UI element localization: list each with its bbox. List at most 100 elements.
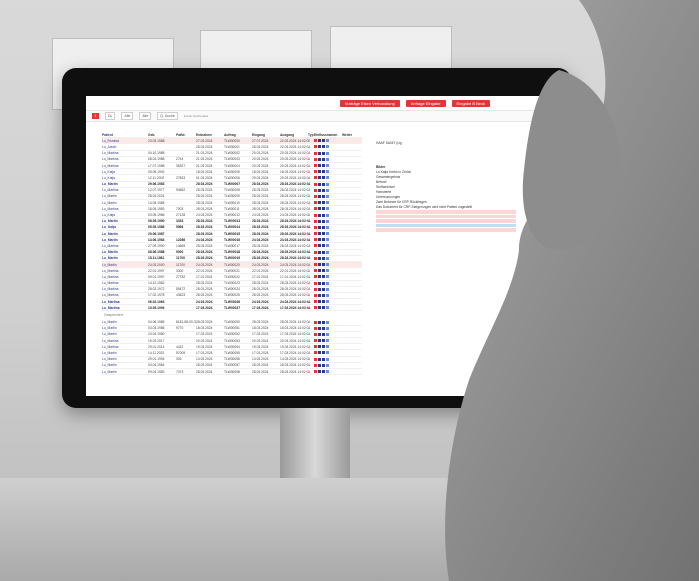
status-icon[interactable] [326, 293, 329, 297]
status-icon[interactable] [326, 370, 329, 374]
status-icon[interactable] [314, 164, 317, 168]
status-icon[interactable] [326, 250, 329, 254]
status-icon[interactable] [318, 332, 321, 336]
status-icon[interactable] [326, 207, 329, 211]
status-icon[interactable] [326, 244, 329, 248]
status-icon[interactable] [318, 256, 321, 260]
status-icon[interactable] [314, 157, 317, 161]
status-icon[interactable] [318, 300, 321, 304]
status-icon[interactable] [318, 250, 321, 254]
status-icon[interactable] [326, 145, 329, 149]
status-icon[interactable] [318, 345, 321, 349]
status-icon[interactable] [322, 176, 325, 180]
status-icon[interactable] [318, 139, 321, 143]
status-icon[interactable] [322, 151, 325, 155]
status-icon[interactable] [314, 201, 317, 205]
status-icon[interactable] [314, 188, 317, 192]
status-icon[interactable] [322, 225, 325, 229]
status-icon[interactable] [318, 275, 321, 279]
status-icon[interactable] [322, 139, 325, 143]
status-icon[interactable] [326, 320, 329, 324]
status-icon[interactable] [318, 157, 321, 161]
toolbar-button[interactable]: Vorträge Eisen Verhandlung [339, 99, 400, 107]
status-icon[interactable] [318, 357, 321, 361]
table-row[interactable]: Lu_Martina 19.05.1994 17.03.2024 TLW00027 17… [102, 305, 362, 312]
search-input[interactable]: Q. Suche [157, 112, 178, 120]
status-icon[interactable] [322, 182, 325, 186]
filter-box[interactable]: Alle [121, 112, 134, 120]
status-icon[interactable] [322, 207, 325, 211]
status-icon[interactable] [314, 363, 317, 367]
status-icon[interactable] [326, 339, 329, 343]
status-icon[interactable] [326, 269, 329, 273]
status-icon[interactable] [314, 207, 317, 211]
status-icon[interactable] [314, 250, 317, 254]
status-icon[interactable] [322, 201, 325, 205]
status-icon[interactable] [322, 170, 325, 174]
status-icon[interactable] [318, 363, 321, 367]
status-icon[interactable] [318, 238, 321, 242]
status-icon[interactable] [326, 357, 329, 361]
status-icon[interactable] [322, 250, 325, 254]
table-row[interactable]: Lu_Martin 09.04.1983 7373 28.03.2024 TLW0005… [102, 369, 362, 376]
status-icon[interactable] [322, 326, 325, 330]
status-icon[interactable] [314, 238, 317, 242]
status-icon[interactable] [322, 363, 325, 367]
status-icon[interactable] [318, 151, 321, 155]
status-icon[interactable] [314, 306, 317, 310]
status-icon[interactable] [322, 256, 325, 260]
status-icon[interactable] [322, 232, 325, 236]
status-icon[interactable] [314, 269, 317, 273]
filter-box[interactable]: Alle [139, 112, 152, 120]
status-icon[interactable] [322, 244, 325, 248]
status-icon[interactable] [314, 182, 317, 186]
status-icon[interactable] [314, 293, 317, 297]
status-icon[interactable] [326, 300, 329, 304]
status-icon[interactable] [326, 139, 329, 143]
status-icon[interactable] [322, 263, 325, 267]
status-icon[interactable] [322, 320, 325, 324]
status-icon[interactable] [318, 232, 321, 236]
status-icon[interactable] [318, 281, 321, 285]
status-icon[interactable] [322, 345, 325, 349]
status-icon[interactable] [322, 281, 325, 285]
status-icon[interactable] [314, 263, 317, 267]
status-icon[interactable] [322, 194, 325, 198]
status-icon[interactable] [322, 145, 325, 149]
status-icon[interactable] [314, 345, 317, 349]
status-icon[interactable] [326, 263, 329, 267]
status-icon[interactable] [314, 332, 317, 336]
status-icon[interactable] [326, 363, 329, 367]
status-icon[interactable] [314, 351, 317, 355]
status-icon[interactable] [326, 256, 329, 260]
status-icon[interactable] [318, 351, 321, 355]
status-icon[interactable] [314, 300, 317, 304]
status-icon[interactable] [322, 339, 325, 343]
status-icon[interactable] [326, 188, 329, 192]
status-icon[interactable] [326, 213, 329, 217]
status-icon[interactable] [314, 287, 317, 291]
status-icon[interactable] [314, 194, 317, 198]
status-icon[interactable] [326, 219, 329, 223]
status-icon[interactable] [322, 287, 325, 291]
status-icon[interactable] [322, 238, 325, 242]
status-icon[interactable] [314, 139, 317, 143]
status-icon[interactable] [326, 287, 329, 291]
status-icon[interactable] [318, 207, 321, 211]
status-icon[interactable] [326, 306, 329, 310]
status-icon[interactable] [322, 351, 325, 355]
status-icon[interactable] [318, 320, 321, 324]
status-icon[interactable] [326, 232, 329, 236]
status-icon[interactable] [314, 339, 317, 343]
status-icon[interactable] [314, 145, 317, 149]
status-icon[interactable] [322, 275, 325, 279]
status-icon[interactable] [326, 238, 329, 242]
status-icon[interactable] [318, 244, 321, 248]
status-icon[interactable] [314, 256, 317, 260]
status-icon[interactable] [318, 164, 321, 168]
filter-tag[interactable]: 1 [92, 113, 99, 119]
status-icon[interactable] [314, 213, 317, 217]
status-icon[interactable] [318, 176, 321, 180]
status-icon[interactable] [326, 194, 329, 198]
status-icon[interactable] [322, 188, 325, 192]
